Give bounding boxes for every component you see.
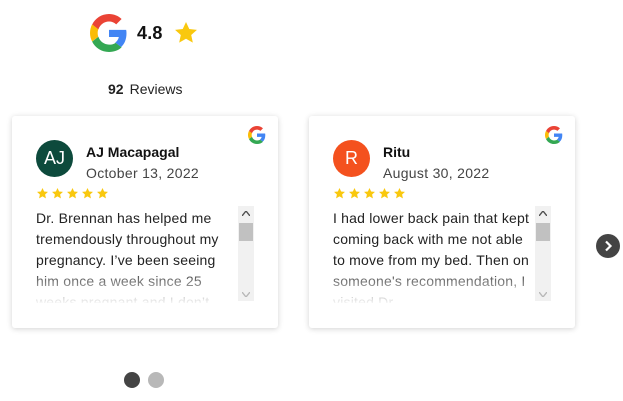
chevron-right-icon [605, 240, 613, 252]
scroll-down-arrow-icon[interactable] [535, 287, 551, 301]
star-icon [394, 187, 405, 199]
review-card: R Ritu August 30, 2022 I had lower back … [309, 116, 575, 328]
rating-summary: 4.8 [90, 14, 199, 52]
scrollbar-thumb[interactable] [239, 223, 253, 241]
pagination-dot[interactable] [124, 372, 140, 388]
pagination-dot[interactable] [148, 372, 164, 388]
next-slide-button[interactable] [596, 234, 620, 258]
avatar: AJ [36, 140, 73, 177]
review-count: 92 [108, 81, 124, 97]
scroll-up-arrow-icon[interactable] [238, 206, 254, 220]
star-icon [349, 187, 360, 199]
scroll-up-arrow-icon[interactable] [535, 206, 551, 220]
review-count-line: 92 Reviews [108, 81, 182, 97]
reviews-label: Reviews [129, 81, 183, 97]
star-icon [37, 187, 48, 199]
star-icon [334, 187, 345, 199]
rating-value: 4.8 [137, 22, 163, 43]
star-icon [52, 187, 63, 199]
reviewer-name: AJ Macapagal [86, 144, 180, 160]
scrollbar[interactable] [238, 206, 254, 301]
star-icon [82, 187, 93, 199]
reviewer-name: Ritu [383, 144, 411, 160]
scrollbar-thumb[interactable] [536, 223, 550, 241]
star-icon [364, 187, 375, 199]
scrollbar[interactable] [535, 206, 551, 301]
carousel-pagination [124, 372, 172, 388]
review-date: August 30, 2022 [383, 165, 490, 181]
review-card: AJ AJ Macapagal October 13, 2022 Dr. Bre… [12, 116, 278, 328]
google-logo-icon [90, 14, 127, 52]
review-text-area[interactable]: I had lower back pain that kept coming b… [333, 208, 531, 303]
review-date: October 13, 2022 [86, 165, 199, 181]
star-icon [97, 187, 108, 199]
google-logo-icon [248, 126, 266, 144]
review-text-area[interactable]: Dr. Brennan has helped me tremendously t… [36, 208, 234, 303]
scroll-down-arrow-icon[interactable] [238, 287, 254, 301]
star-rating [333, 187, 408, 200]
star-icon [379, 187, 390, 199]
google-logo-icon [545, 126, 563, 144]
avatar: R [333, 140, 370, 177]
star-rating [36, 187, 111, 200]
star-icon [174, 21, 197, 43]
star-icon [67, 187, 78, 199]
